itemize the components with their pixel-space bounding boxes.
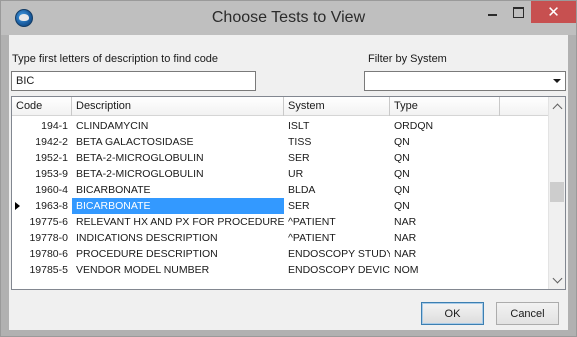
column-header-type[interactable]: Type — [390, 97, 500, 116]
chevron-down-icon[interactable] — [549, 72, 565, 90]
table-row[interactable]: 19780-6 PROCEDURE DESCRIPTION ENDOSCOPY ST… — [12, 246, 548, 262]
cell-code[interactable]: 1952-1 — [12, 150, 68, 166]
cell-code[interactable]: 19778-0 — [12, 230, 68, 246]
search-label: Type first letters of description to fin… — [12, 53, 219, 65]
tests-table[interactable]: Code Description System Type 194-1 CLINDA… — [11, 96, 566, 290]
cell-description[interactable]: BICARBONATE — [72, 198, 284, 214]
title-bar[interactable]: Choose Tests to View ✕ — [1, 1, 576, 35]
cell-description[interactable]: BETA GALACTOSIDASE — [72, 134, 284, 150]
cell-system[interactable]: BLDA — [284, 182, 390, 198]
cell-code[interactable]: 1953-9 — [12, 166, 68, 182]
cell-type[interactable]: NAR — [390, 246, 500, 262]
cell-code[interactable]: 19780-6 — [12, 246, 68, 262]
cell-system[interactable]: TISS — [284, 134, 390, 150]
table-header: Code Description System Type — [12, 97, 548, 116]
cell-description[interactable]: BETA-2-MICROGLOBULIN — [72, 166, 284, 182]
cell-description[interactable]: BICARBONATE — [72, 182, 284, 198]
cell-code[interactable]: 1960-4 — [12, 182, 68, 198]
cell-system[interactable]: SER — [284, 150, 390, 166]
cell-type[interactable]: QN — [390, 150, 500, 166]
table-row[interactable]: 19775-6 RELEVANT HX AND PX FOR PROCEDURE ^… — [12, 214, 548, 230]
cell-type[interactable]: QN — [390, 182, 500, 198]
filter-label: Filter by System — [368, 53, 447, 65]
ok-button[interactable]: OK — [421, 302, 484, 325]
cell-system[interactable]: SER — [284, 198, 390, 214]
maximize-icon[interactable] — [505, 1, 531, 23]
table-row[interactable]: 1960-4 BICARBONATE BLDA QN — [12, 182, 548, 198]
column-header-system[interactable]: System — [284, 97, 390, 116]
cell-type[interactable]: NOM — [390, 262, 500, 278]
table-row[interactable]: 1953-9 BETA-2-MICROGLOBULIN UR QN — [12, 166, 548, 182]
cell-description[interactable]: BETA-2-MICROGLOBULIN — [72, 150, 284, 166]
cell-type[interactable]: ORDQN — [390, 118, 500, 134]
scroll-thumb[interactable] — [550, 182, 564, 202]
cell-code[interactable]: 19785-5 — [12, 262, 68, 278]
table-row[interactable]: 194-1 CLINDAMYCIN ISLT ORDQN — [12, 118, 548, 134]
search-input[interactable] — [11, 71, 256, 91]
cancel-button[interactable]: Cancel — [496, 302, 559, 325]
cell-description[interactable]: CLINDAMYCIN — [72, 118, 284, 134]
cell-system[interactable]: ^PATIENT — [284, 214, 390, 230]
scroll-up-icon[interactable] — [549, 98, 565, 115]
cell-system[interactable]: ISLT — [284, 118, 390, 134]
cell-type[interactable]: NAR — [390, 214, 500, 230]
vertical-scrollbar[interactable] — [548, 97, 565, 289]
table-row-selected[interactable]: 1963-8 BICARBONATE SER QN — [12, 198, 548, 214]
scroll-down-icon[interactable] — [549, 271, 565, 288]
cell-description[interactable]: VENDOR MODEL NUMBER — [72, 262, 284, 278]
close-button[interactable]: ✕ — [531, 1, 576, 23]
cell-description[interactable]: RELEVANT HX AND PX FOR PROCEDURE — [72, 214, 284, 230]
cell-type[interactable]: QN — [390, 198, 500, 214]
cell-code[interactable]: 194-1 — [12, 118, 68, 134]
cell-code[interactable]: 19775-6 — [12, 214, 68, 230]
cell-type[interactable]: QN — [390, 166, 500, 182]
cell-system[interactable]: ENDOSCOPY DEVICE — [284, 262, 390, 278]
cell-system[interactable]: ^PATIENT — [284, 230, 390, 246]
cell-type[interactable]: NAR — [390, 230, 500, 246]
column-header-code[interactable]: Code — [12, 97, 72, 116]
table-row[interactable]: 19785-5 VENDOR MODEL NUMBER ENDOSCOPY DEVI… — [12, 262, 548, 278]
cell-code[interactable]: 1942-2 — [12, 134, 68, 150]
cell-description[interactable]: PROCEDURE DESCRIPTION — [72, 246, 284, 262]
cell-system[interactable]: UR — [284, 166, 390, 182]
cell-description[interactable]: INDICATIONS DESCRIPTION — [72, 230, 284, 246]
cell-code[interactable]: 1963-8 — [12, 198, 68, 214]
table-row[interactable]: 1952-1 BETA-2-MICROGLOBULIN SER QN — [12, 150, 548, 166]
cell-system[interactable]: ENDOSCOPY STUDY — [284, 246, 390, 262]
dialog-content: Type first letters of description to fin… — [9, 35, 568, 330]
column-header-description[interactable]: Description — [72, 97, 284, 116]
minimize-icon[interactable] — [479, 1, 505, 23]
dialog-window: Choose Tests to View ✕ Type first letter… — [0, 0, 577, 337]
table-row[interactable]: 19778-0 INDICATIONS DESCRIPTION ^PATIENT NA… — [12, 230, 548, 246]
table-row[interactable]: 1942-2 BETA GALACTOSIDASE TISS QN — [12, 134, 548, 150]
filter-system-dropdown[interactable] — [364, 71, 566, 91]
cell-type[interactable]: QN — [390, 134, 500, 150]
